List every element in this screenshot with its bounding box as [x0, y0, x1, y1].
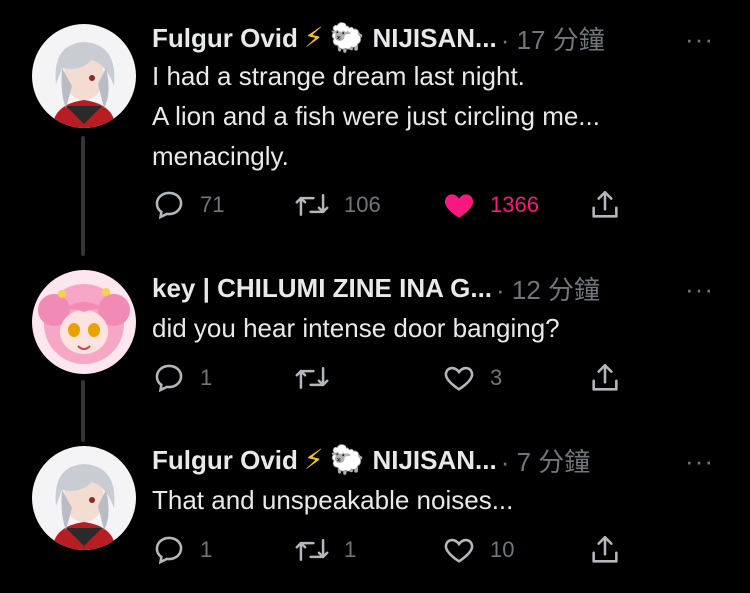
tweet-text: did you hear intense door banging? — [152, 313, 560, 343]
sheep-icon: 🐑 — [329, 22, 365, 53]
reply-count: 1 — [200, 365, 213, 390]
author-name[interactable]: key | CHILUMI ZINE INA G... — [152, 273, 492, 304]
share-icon — [592, 535, 618, 563]
reply-icon — [155, 536, 183, 565]
retweet-count: 1 — [344, 537, 357, 562]
reply-button[interactable]: 1 — [152, 532, 212, 568]
reply-icon — [155, 364, 183, 393]
like-count: 3 — [490, 365, 503, 390]
retweet-count: 106 — [344, 192, 381, 217]
author-name-suffix[interactable]: NIJISAN... — [372, 23, 496, 54]
reply-count: 71 — [200, 192, 225, 217]
retweet-icon — [295, 367, 329, 389]
tweet-text: That and unspeakable noises... — [152, 485, 514, 515]
retweet-button[interactable] — [294, 360, 344, 396]
heart-icon — [444, 366, 474, 391]
share-icon — [592, 190, 618, 218]
tweet-actions: 1 3 — [152, 360, 632, 396]
reply-icon — [155, 191, 183, 220]
share-button[interactable] — [588, 360, 622, 396]
tweet[interactable]: Fulgur Ovid ⚡ 🐑 NIJISAN... · 7 分鐘 ··· Th… — [0, 436, 750, 593]
heart-icon — [444, 194, 474, 218]
timestamp[interactable]: · 12 分鐘 — [496, 270, 600, 307]
like-button[interactable]: 10 — [442, 532, 514, 568]
avatar[interactable] — [32, 270, 136, 374]
timestamp[interactable]: · 17 分鐘 — [501, 20, 605, 57]
retweet-button[interactable]: 106 — [294, 187, 381, 223]
timestamp[interactable]: · 7 分鐘 — [501, 442, 591, 479]
more-options-icon[interactable]: ··· — [685, 446, 714, 477]
author-name[interactable]: Fulgur Ovid — [152, 445, 298, 476]
reply-count: 1 — [200, 537, 213, 562]
heart-icon — [444, 538, 474, 563]
retweet-icon — [295, 194, 329, 216]
tweet-header: key | CHILUMI ZINE INA G... · 12 分鐘 — [152, 270, 600, 306]
author-name-suffix[interactable]: NIJISAN... — [372, 445, 496, 476]
avatar[interactable] — [32, 24, 136, 128]
like-button[interactable]: 3 — [442, 360, 502, 396]
share-button[interactable] — [588, 532, 622, 568]
like-button[interactable]: 1366 — [442, 187, 539, 223]
tweet-header: Fulgur Ovid ⚡ 🐑 NIJISAN... · 17 分鐘 — [152, 20, 605, 56]
tweet[interactable]: Fulgur Ovid ⚡ 🐑 NIJISAN... · 17 分鐘 ··· I… — [0, 0, 750, 260]
retweet-icon — [295, 539, 329, 561]
lightning-icon: ⚡ — [303, 22, 324, 53]
lightning-icon: ⚡ — [303, 444, 324, 475]
sheep-icon: 🐑 — [329, 444, 365, 475]
retweet-button[interactable]: 1 — [294, 532, 356, 568]
reply-button[interactable]: 1 — [152, 360, 212, 396]
share-button[interactable] — [588, 187, 622, 223]
reply-button[interactable]: 71 — [152, 187, 224, 223]
share-icon — [592, 363, 618, 391]
tweet[interactable]: key | CHILUMI ZINE INA G... · 12 分鐘 ··· … — [0, 260, 750, 436]
like-count: 1366 — [490, 192, 539, 217]
more-options-icon[interactable]: ··· — [685, 274, 714, 305]
tweet-actions: 1 1 10 — [152, 532, 632, 568]
tweet-header: Fulgur Ovid ⚡ 🐑 NIJISAN... · 7 分鐘 — [152, 442, 590, 478]
tweet-actions: 71 106 1366 — [152, 187, 632, 223]
tweet-text: I had a strange dream last night. A lion… — [152, 61, 600, 171]
more-options-icon[interactable]: ··· — [685, 24, 714, 55]
like-count: 10 — [490, 537, 515, 562]
avatar[interactable] — [32, 446, 136, 550]
author-name[interactable]: Fulgur Ovid — [152, 23, 298, 54]
